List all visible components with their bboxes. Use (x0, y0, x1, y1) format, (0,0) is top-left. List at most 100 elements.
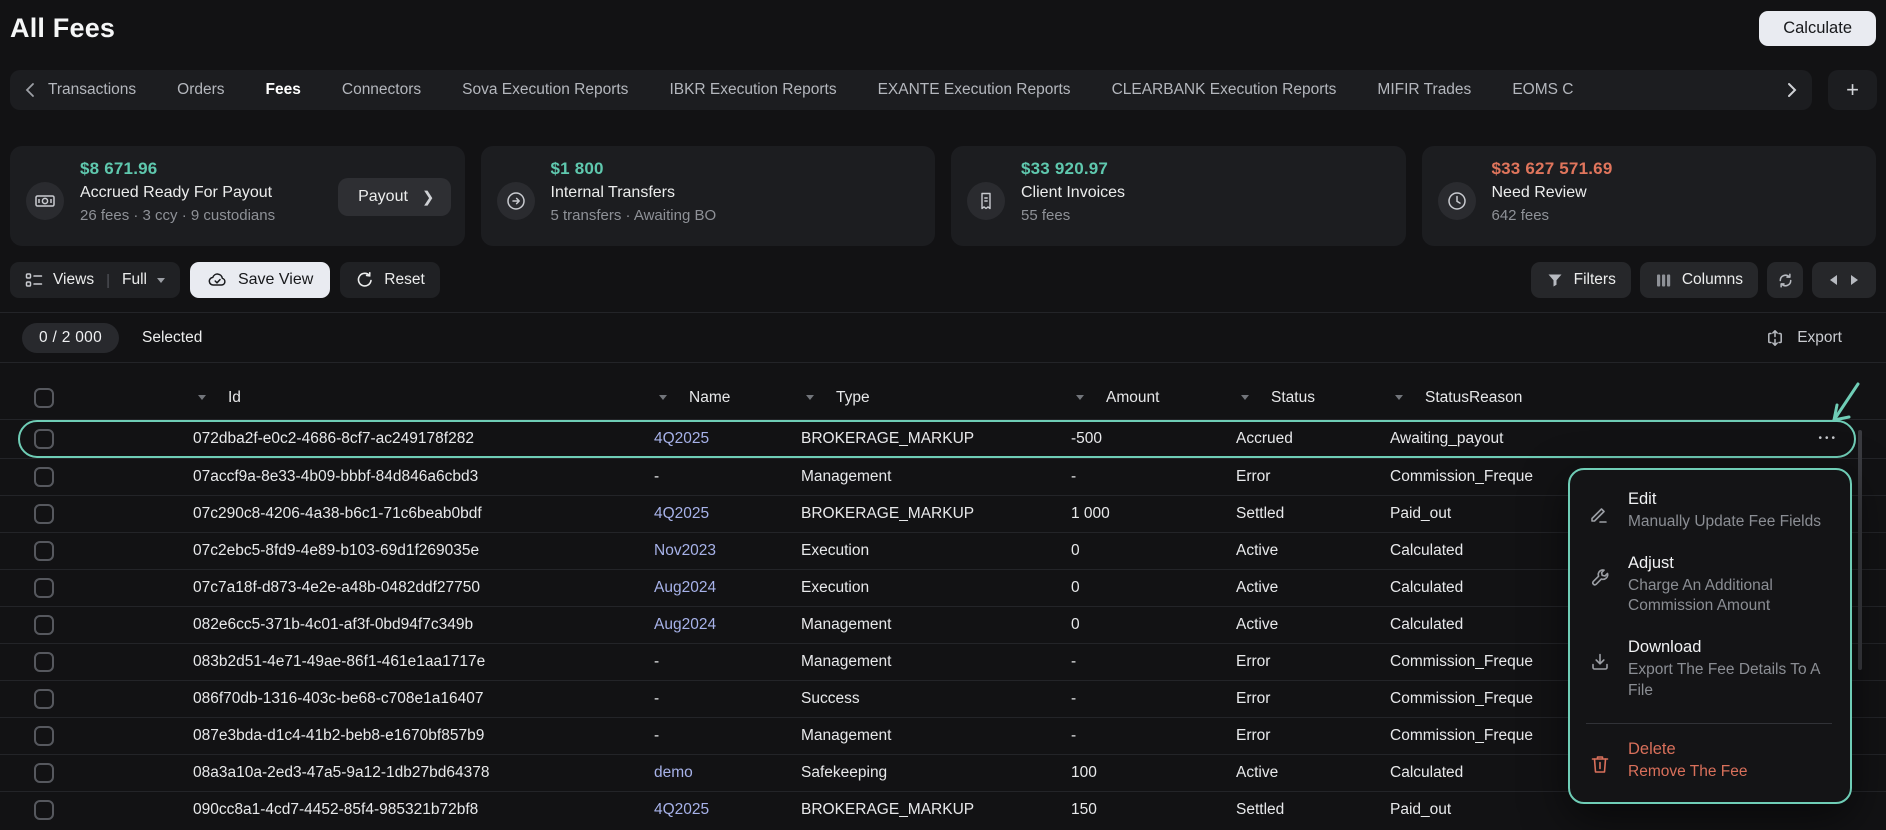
pager-arrows-button[interactable] (1812, 262, 1876, 298)
clock-icon (1438, 182, 1476, 220)
row-checkbox[interactable] (34, 763, 54, 783)
cell-status-reason: Calculated (1390, 533, 1586, 569)
views-toolbar: Views | Full Save View Reset Filters (10, 262, 1876, 298)
cell-amount: 100 (1071, 755, 1097, 791)
save-view-button[interactable]: Save View (190, 262, 330, 298)
column-header-id[interactable]: Id (228, 376, 241, 420)
tab-clearbank-execution-reports[interactable]: CLEARBANK Execution Reports (1112, 81, 1337, 99)
column-menu-icon[interactable] (198, 395, 206, 400)
row-actions-menu-button[interactable]: ••• (1818, 421, 1838, 457)
selection-bar: 0 / 2 000 Selected Export (10, 318, 1876, 358)
column-menu-icon[interactable] (1395, 395, 1403, 400)
tabs-scroll-left-icon[interactable] (24, 82, 36, 98)
column-header-name[interactable]: Name (689, 376, 730, 420)
menu-item-description: Charge An Additional Commission Amount (1628, 576, 1834, 616)
cell-amount: -500 (1071, 421, 1102, 457)
cell-amount: - (1071, 459, 1076, 495)
column-header-type[interactable]: Type (836, 376, 870, 420)
reset-button[interactable]: Reset (340, 262, 440, 298)
cell-status-reason: Calculated (1390, 607, 1586, 643)
cell-status: Settled (1236, 496, 1284, 532)
add-tab-button[interactable]: + (1828, 70, 1877, 110)
cell-name[interactable]: - (654, 644, 659, 680)
menu-item-delete[interactable]: Delete Remove The Fee (1584, 740, 1834, 782)
cell-status-reason: Calculated (1390, 755, 1586, 791)
columns-button[interactable]: Columns (1640, 262, 1758, 298)
row-checkbox[interactable] (34, 429, 54, 449)
menu-item-label: Download (1628, 638, 1834, 657)
column-header-amount[interactable]: Amount (1106, 376, 1159, 420)
tab-ibkr-execution-reports[interactable]: IBKR Execution Reports (669, 81, 836, 99)
download-icon (1584, 638, 1616, 700)
tab-mifir-trades[interactable]: MIFIR Trades (1377, 81, 1471, 99)
column-menu-icon[interactable] (806, 395, 814, 400)
cell-type: Management (801, 718, 891, 754)
selection-label: Selected (142, 323, 202, 353)
column-menu-icon[interactable] (659, 395, 667, 400)
tab-fees[interactable]: Fees (266, 81, 301, 99)
cell-status: Error (1236, 681, 1270, 717)
column-menu-icon[interactable] (1076, 395, 1084, 400)
column-header-statusreason[interactable]: StatusReason (1425, 376, 1522, 420)
calculate-button[interactable]: Calculate (1759, 11, 1876, 46)
cell-name[interactable]: - (654, 681, 659, 717)
payout-button[interactable]: Payout❯ (338, 178, 450, 216)
menu-item-description: Manually Update Fee Fields (1628, 512, 1821, 532)
table-row[interactable]: 072dba2f-e0c2-4686-8cf7-ac249178f282 4Q2… (0, 421, 1886, 458)
columns-icon (1655, 272, 1672, 289)
menu-item-adjust[interactable]: Adjust Charge An Additional Commission A… (1584, 554, 1834, 616)
cell-amount: 0 (1071, 607, 1080, 643)
row-checkbox[interactable] (34, 615, 54, 635)
row-checkbox[interactable] (34, 726, 54, 746)
row-checkbox[interactable] (34, 467, 54, 487)
cell-name-link[interactable]: 4Q2025 (654, 421, 709, 457)
card-title: Accrued Ready For Payout (80, 184, 345, 202)
cell-type: BROKERAGE_MARKUP (801, 496, 974, 532)
cell-name-link[interactable]: Aug2024 (654, 607, 716, 643)
cell-amount: - (1071, 718, 1076, 754)
menu-item-download[interactable]: Download Export The Fee Details To A Fil… (1584, 638, 1834, 700)
filters-button[interactable]: Filters (1531, 262, 1631, 298)
tab-transactions[interactable]: Transactions (48, 81, 136, 99)
row-checkbox[interactable] (34, 689, 54, 709)
tab-sova-execution-reports[interactable]: Sova Execution Reports (462, 81, 628, 99)
cell-type: BROKERAGE_MARKUP (801, 792, 974, 828)
row-checkbox[interactable] (34, 800, 54, 820)
cell-name-link[interactable]: Nov2023 (654, 533, 716, 569)
tabs-scroll-right-icon[interactable] (1786, 70, 1798, 110)
cell-type: Management (801, 607, 891, 643)
row-checkbox[interactable] (34, 578, 54, 598)
tab-eoms-c[interactable]: EOMS C (1512, 81, 1573, 99)
export-button[interactable]: Export (1759, 323, 1848, 353)
card-amount: $33 920.97 (1021, 159, 1286, 179)
views-selector[interactable]: Views | Full (10, 262, 180, 298)
cell-status-reason: Commission_Freque (1390, 644, 1586, 680)
cell-name[interactable]: - (654, 459, 659, 495)
cell-id: 090cc8a1-4cd7-4452-85f4-985321b72bf8 (193, 792, 478, 828)
row-checkbox[interactable] (34, 541, 54, 561)
menu-item-edit[interactable]: Edit Manually Update Fee Fields (1584, 490, 1834, 532)
refresh-button[interactable] (1767, 262, 1803, 298)
menu-item-label: Adjust (1628, 554, 1834, 573)
views-icon (25, 271, 43, 289)
cell-name-link[interactable]: 4Q2025 (654, 792, 709, 828)
cell-name-link[interactable]: demo (654, 755, 693, 791)
cell-name[interactable]: - (654, 718, 659, 754)
row-checkbox[interactable] (34, 652, 54, 672)
column-menu-icon[interactable] (1241, 395, 1249, 400)
export-icon (1765, 328, 1785, 348)
tab-orders[interactable]: Orders (177, 81, 224, 99)
row-checkbox[interactable] (34, 504, 54, 524)
cell-name-link[interactable]: Aug2024 (654, 570, 716, 606)
cell-name-link[interactable]: 4Q2025 (654, 496, 709, 532)
tab-exante-execution-reports[interactable]: EXANTE Execution Reports (878, 81, 1071, 99)
column-header-status[interactable]: Status (1271, 376, 1315, 420)
wrench-icon (1584, 554, 1616, 616)
cell-id: 086f70db-1316-403c-be68-c708e1a16407 (193, 681, 483, 717)
cell-amount: 1 000 (1071, 496, 1110, 532)
tab-connectors[interactable]: Connectors (342, 81, 421, 99)
vertical-scrollbar[interactable] (1858, 430, 1862, 670)
cell-type: BROKERAGE_MARKUP (801, 421, 974, 457)
select-all-checkbox[interactable] (34, 388, 54, 408)
page-header: All Fees Calculate (10, 8, 1876, 54)
